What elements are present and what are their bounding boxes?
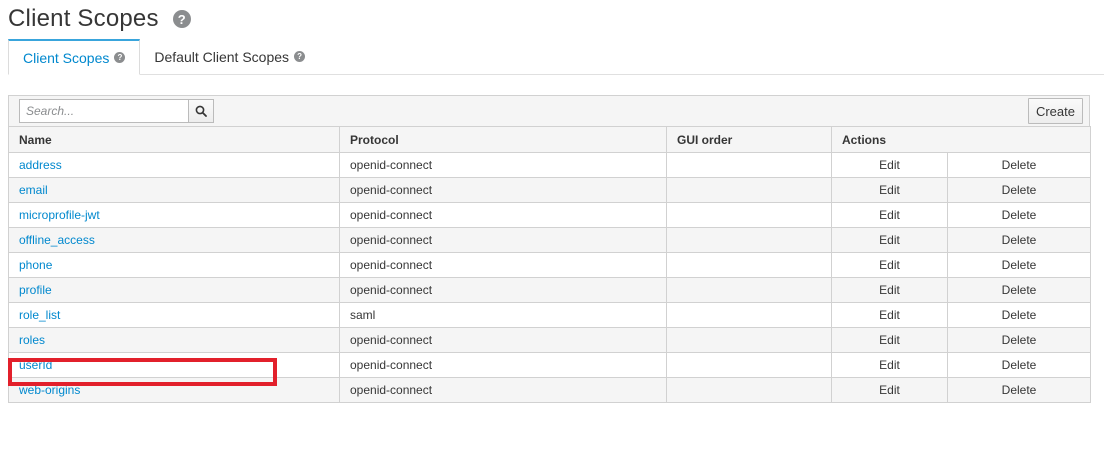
edit-button[interactable]: Edit	[831, 377, 948, 403]
cell-gui-order	[666, 202, 832, 228]
scope-name-link[interactable]: web-origins	[19, 383, 80, 397]
page-title: Client Scopes	[8, 5, 159, 32]
table-row: roles openid-connect Edit Delete	[8, 327, 1092, 353]
page-header: Client Scopes ?	[8, 2, 191, 36]
cell-name: phone	[8, 252, 340, 278]
cell-name: microprofile-jwt	[8, 202, 340, 228]
table-row: phone openid-connect Edit Delete	[8, 252, 1092, 278]
delete-button[interactable]: Delete	[946, 227, 1092, 253]
table-row: web-origins openid-connect Edit Delete	[8, 377, 1092, 403]
scope-name-link[interactable]: microprofile-jwt	[19, 208, 100, 222]
tab-client-scopes[interactable]: Client Scopes ?	[8, 39, 141, 75]
tab-bar: Client Scopes ? Default Client Scopes ?	[8, 39, 1104, 75]
cell-protocol: openid-connect	[339, 352, 667, 378]
client-scopes-table: Name Protocol GUI order Actions address …	[8, 126, 1092, 403]
cell-protocol: openid-connect	[339, 252, 667, 278]
cell-name: email	[8, 177, 340, 203]
cell-gui-order	[666, 352, 832, 378]
cell-name: web-origins	[8, 377, 340, 403]
table-row: email openid-connect Edit Delete	[8, 177, 1092, 203]
delete-button[interactable]: Delete	[946, 352, 1092, 378]
cell-name: address	[8, 152, 340, 178]
edit-button[interactable]: Edit	[831, 202, 948, 228]
edit-button[interactable]: Edit	[831, 152, 948, 178]
delete-button[interactable]: Delete	[946, 252, 1092, 278]
search-button[interactable]	[189, 99, 214, 123]
delete-button[interactable]: Delete	[946, 377, 1092, 403]
cell-name: userId	[8, 352, 340, 378]
table-row: userId openid-connect Edit Delete	[8, 352, 1092, 378]
cell-name: roles	[8, 327, 340, 353]
cell-gui-order	[666, 377, 832, 403]
cell-gui-order	[666, 327, 832, 353]
cell-protocol: openid-connect	[339, 202, 667, 228]
table-body: address openid-connect Edit Delete email…	[8, 152, 1092, 403]
table-header-row: Name Protocol GUI order Actions	[8, 126, 1092, 153]
delete-button[interactable]: Delete	[946, 177, 1092, 203]
table-row: microprofile-jwt openid-connect Edit Del…	[8, 202, 1092, 228]
tab-default-client-scopes-label: Default Client Scopes	[154, 48, 290, 65]
cell-protocol: openid-connect	[339, 377, 667, 403]
cell-gui-order	[666, 252, 832, 278]
delete-button[interactable]: Delete	[946, 277, 1092, 303]
cell-name: offline_access	[8, 227, 340, 253]
cell-name: profile	[8, 277, 340, 303]
edit-button[interactable]: Edit	[831, 227, 948, 253]
scope-name-link[interactable]: profile	[19, 283, 52, 297]
edit-button[interactable]: Edit	[831, 302, 948, 328]
tab-default-client-scopes[interactable]: Default Client Scopes ?	[140, 39, 319, 74]
search-box	[19, 99, 214, 123]
column-header-name: Name	[8, 126, 340, 153]
delete-button[interactable]: Delete	[946, 152, 1092, 178]
scope-name-link[interactable]: userId	[19, 358, 52, 372]
search-input[interactable]	[19, 99, 189, 123]
help-icon: ?	[114, 52, 126, 63]
edit-button[interactable]: Edit	[831, 277, 948, 303]
scope-name-link[interactable]: roles	[19, 333, 45, 347]
cell-protocol: saml	[339, 302, 667, 328]
cell-gui-order	[666, 302, 832, 328]
create-button[interactable]: Create	[1027, 98, 1083, 124]
delete-button[interactable]: Delete	[946, 302, 1092, 328]
help-icon[interactable]: ?	[172, 10, 191, 28]
edit-button[interactable]: Edit	[831, 352, 948, 378]
table-row: role_list saml Edit Delete	[8, 302, 1092, 328]
cell-gui-order	[666, 227, 832, 253]
edit-button[interactable]: Edit	[831, 327, 948, 353]
cell-gui-order	[666, 177, 832, 203]
column-header-protocol: Protocol	[339, 126, 667, 153]
cell-protocol: openid-connect	[339, 152, 667, 178]
cell-protocol: openid-connect	[339, 177, 667, 203]
cell-gui-order	[666, 152, 832, 178]
cell-protocol: openid-connect	[339, 277, 667, 303]
table-row: offline_access openid-connect Edit Delet…	[8, 227, 1092, 253]
edit-button[interactable]: Edit	[831, 252, 948, 278]
client-scopes-table-container: Create Name Protocol GUI order Actions a…	[8, 95, 1092, 403]
cell-protocol: openid-connect	[339, 227, 667, 253]
cell-name: role_list	[8, 302, 340, 328]
cell-gui-order	[666, 277, 832, 303]
cell-protocol: openid-connect	[339, 327, 667, 353]
help-icon: ?	[294, 51, 306, 62]
scope-name-link[interactable]: offline_access	[19, 233, 95, 247]
scope-name-link[interactable]: role_list	[19, 308, 60, 322]
search-icon	[195, 105, 207, 117]
tab-client-scopes-label: Client Scopes	[23, 49, 110, 66]
delete-button[interactable]: Delete	[946, 327, 1092, 353]
scope-name-link[interactable]: phone	[19, 258, 52, 272]
table-toolbar: Create	[8, 95, 1090, 126]
delete-button[interactable]: Delete	[946, 202, 1092, 228]
table-row: profile openid-connect Edit Delete	[8, 277, 1092, 303]
edit-button[interactable]: Edit	[831, 177, 948, 203]
table-row: address openid-connect Edit Delete	[8, 152, 1092, 178]
column-header-gui-order: GUI order	[666, 126, 832, 153]
scope-name-link[interactable]: email	[19, 183, 48, 197]
column-header-actions: Actions	[830, 126, 1092, 153]
scope-name-link[interactable]: address	[19, 158, 62, 172]
